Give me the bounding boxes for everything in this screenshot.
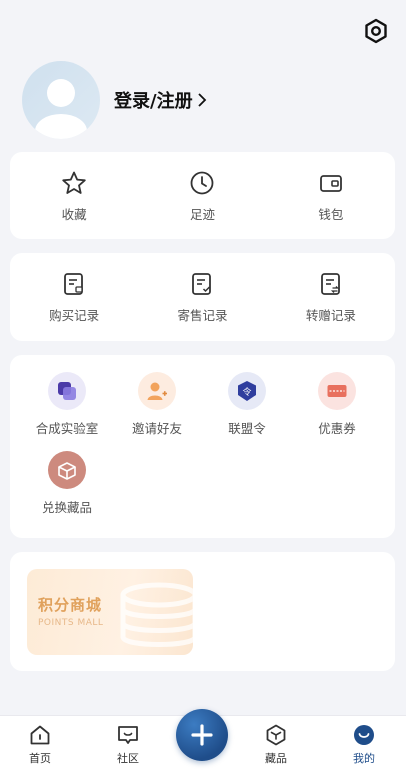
consign-record-label: 寄售记录: [177, 308, 228, 323]
clock-icon: [191, 171, 214, 195]
points-mall-banner[interactable]: 积分商城 POINTS MALL: [27, 569, 193, 655]
invite-friend-item[interactable]: 邀请好友: [112, 372, 202, 437]
tab-mine[interactable]: 我的: [334, 723, 394, 766]
favorites-item[interactable]: 收藏: [10, 170, 138, 223]
alliance-token-icon: 令: [228, 372, 266, 410]
tab-community-label: 社区: [117, 752, 139, 765]
points-mall-subtitle: POINTS MALL: [38, 618, 104, 628]
gear-hexagon-icon: [365, 18, 387, 44]
login-register-label: 登录/注册: [114, 91, 193, 112]
purchase-record-item[interactable]: 购买记录: [10, 271, 138, 324]
invite-friend-icon: [138, 372, 176, 410]
community-icon: [118, 726, 138, 744]
tab-mine-label: 我的: [353, 752, 375, 765]
points-mall-title: 积分商城: [38, 596, 103, 614]
favorites-label: 收藏: [61, 207, 87, 222]
points-mall-card: 积分商城 POINTS MALL: [10, 552, 395, 671]
synthesis-lab-icon: [48, 372, 86, 410]
consign-record-icon: [192, 273, 212, 295]
tab-collection-label: 藏品: [265, 752, 287, 765]
settings-button[interactable]: [363, 18, 389, 44]
purchase-record-label: 购买记录: [49, 308, 100, 323]
wallet-label: 钱包: [318, 207, 344, 222]
records-card: 购买记录 寄售记录 转赠记录: [10, 253, 395, 341]
consign-record-item[interactable]: 寄售记录: [138, 271, 266, 324]
alliance-token-item[interactable]: 令 联盟令: [202, 372, 292, 437]
footprint-label: 足迹: [189, 207, 215, 222]
redeem-collection-label: 兑换藏品: [41, 500, 92, 515]
profile-header[interactable]: 登录/注册: [22, 60, 207, 140]
tab-home-label: 首页: [29, 752, 51, 765]
coupon-icon: [318, 372, 356, 410]
redeem-collection-icon: [48, 451, 86, 489]
invite-friend-label: 邀请好友: [131, 421, 182, 436]
transfer-record-item[interactable]: 转赠记录: [267, 271, 395, 324]
transfer-record-label: 转赠记录: [305, 308, 356, 323]
transfer-record-icon: [320, 273, 340, 295]
quick-access-card: 收藏 足迹 钱包: [10, 152, 395, 239]
home-icon: [30, 725, 50, 745]
publish-button[interactable]: [176, 709, 228, 761]
tab-collection[interactable]: 藏品: [246, 723, 306, 766]
cube-icon: [266, 724, 286, 746]
mine-icon: [354, 725, 374, 745]
default-avatar-icon[interactable]: [22, 61, 100, 139]
plus-icon: [191, 724, 213, 746]
chevron-right-icon: [197, 93, 206, 107]
alliance-token-label: 联盟令: [228, 421, 266, 436]
synthesis-lab-label: 合成实验室: [35, 421, 99, 436]
tab-community[interactable]: 社区: [98, 723, 158, 766]
services-card: 合成实验室 邀请好友 令 联盟令 优惠券 兑换藏品: [10, 355, 395, 538]
svg-text:令: 令: [242, 386, 251, 398]
star-icon: [62, 171, 86, 194]
coupon-item[interactable]: 优惠券: [292, 372, 382, 437]
tab-home[interactable]: 首页: [10, 723, 70, 766]
wallet-item[interactable]: 钱包: [267, 170, 395, 223]
redeem-collection-item[interactable]: 兑换藏品: [22, 451, 112, 516]
wallet-icon: [319, 175, 342, 192]
coupon-label: 优惠券: [318, 421, 356, 436]
coin-stack-icon: [120, 582, 193, 647]
footprint-item[interactable]: 足迹: [138, 170, 266, 223]
login-register-link[interactable]: 登录/注册: [114, 87, 207, 113]
synthesis-lab-item[interactable]: 合成实验室: [22, 372, 112, 437]
purchase-record-icon: [64, 273, 84, 295]
